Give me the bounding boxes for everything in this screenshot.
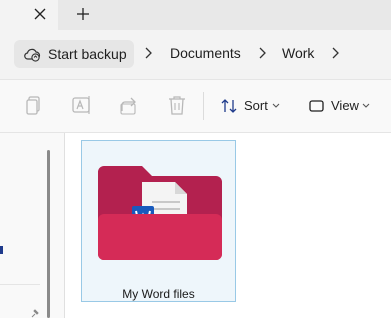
new-tab-button[interactable] — [72, 3, 94, 25]
cloud-backup-icon — [24, 48, 41, 62]
toolbar-separator — [203, 92, 204, 120]
folder-item[interactable]: My Word files — [81, 140, 236, 302]
breadcrumb-work[interactable]: Work — [282, 45, 314, 61]
view-icon — [309, 100, 324, 112]
pin-icon[interactable] — [30, 308, 40, 318]
navigation-pane[interactable] — [0, 133, 64, 318]
close-tab-button[interactable] — [29, 3, 51, 25]
rename-icon[interactable] — [70, 93, 94, 117]
tab-bar — [0, 0, 391, 30]
word-folder-icon — [98, 166, 222, 260]
chevron-right-icon[interactable] — [330, 47, 340, 59]
folder-name: My Word files — [122, 287, 195, 301]
chevron-down-icon — [272, 103, 280, 108]
delete-icon[interactable] — [165, 93, 189, 117]
copy-icon[interactable] — [22, 93, 46, 117]
address-bar: Start backup Documents Work — [0, 30, 391, 79]
chevron-right-icon[interactable] — [143, 47, 153, 59]
view-button[interactable]: View — [304, 93, 374, 119]
sort-label: Sort — [244, 98, 268, 113]
share-icon[interactable] — [118, 93, 142, 117]
start-backup-button[interactable]: Start backup — [14, 40, 134, 68]
sort-icon — [221, 99, 237, 113]
navigation-scrollbar[interactable] — [47, 150, 50, 318]
plus-icon — [77, 8, 89, 20]
nav-divider — [0, 284, 40, 285]
chevron-right-icon[interactable] — [257, 47, 267, 59]
chevron-down-icon — [362, 103, 370, 108]
breadcrumb-documents[interactable]: Documents — [170, 45, 241, 61]
sort-button[interactable]: Sort — [216, 93, 286, 119]
close-icon — [34, 8, 46, 20]
command-bar: Sort View — [0, 80, 391, 133]
nav-item-indicator — [0, 246, 3, 254]
start-backup-label: Start backup — [48, 46, 127, 62]
view-label: View — [331, 98, 359, 113]
